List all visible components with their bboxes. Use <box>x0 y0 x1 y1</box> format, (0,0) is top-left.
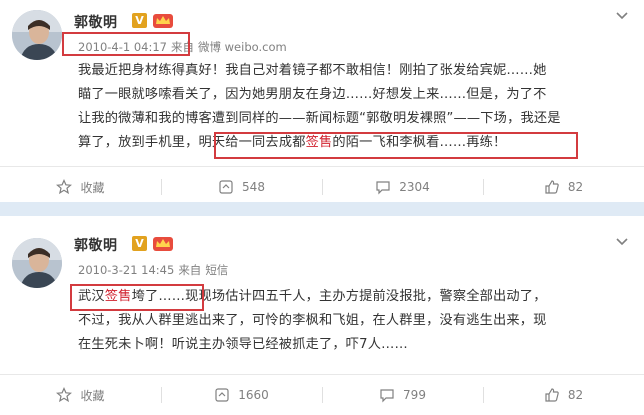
chevron-down-icon[interactable] <box>614 8 630 24</box>
body-line: 让我的微薄和我的博客遭到同样的——新闻标题“郭敬明发裸照”——下场，我还是 <box>78 111 561 126</box>
crown-badge-icon <box>152 235 174 252</box>
star-icon <box>56 387 73 403</box>
annotation-box-sentence <box>214 132 578 159</box>
comment-icon <box>376 181 390 195</box>
repost-icon <box>215 388 229 402</box>
like-icon <box>545 388 559 402</box>
action-bar: 收藏 1660 799 82 <box>0 374 644 415</box>
repost-button[interactable]: 548 <box>161 167 322 207</box>
post-meta: 2010-3-21 14:45 来自 短信 <box>78 262 232 278</box>
avatar[interactable] <box>12 238 62 288</box>
favorite-button[interactable]: 收藏 <box>0 167 161 207</box>
repost-icon <box>219 180 233 194</box>
like-count: 82 <box>567 180 584 194</box>
comment-button[interactable]: 2304 <box>322 167 483 207</box>
crown-badge-icon <box>152 12 174 29</box>
vip-badge: V <box>132 13 147 28</box>
favorite-button[interactable]: 收藏 <box>0 375 161 415</box>
body-line: 我最近把身材练得真好！我自己对着镜子都不敢相信！刚拍了张发给宾妮……她 <box>78 63 547 78</box>
like-icon <box>545 180 559 194</box>
like-button[interactable]: 82 <box>483 375 644 415</box>
username[interactable]: 郭敬明 <box>74 235 118 255</box>
comment-count: 2304 <box>399 180 430 194</box>
body-line: 瞄了一眼就哆嗦看关了，因为她男朋友在身边……好想发上来……但是，为了不 <box>78 87 547 102</box>
username[interactable]: 郭敬明 <box>74 12 118 32</box>
favorite-label: 收藏 <box>80 388 105 403</box>
favorite-label: 收藏 <box>80 180 105 195</box>
body-line: 不过，我从人群里逃出来了，可怜的李枫和飞姐，在人群里，没有逃生出来，现 <box>78 313 547 328</box>
action-bar: 收藏 548 2304 82 <box>0 166 644 207</box>
repost-count: 548 <box>242 180 265 194</box>
source-prefix: 来自 <box>178 263 202 277</box>
chevron-down-icon[interactable] <box>614 234 630 250</box>
like-count: 82 <box>567 388 584 402</box>
repost-count: 1660 <box>238 388 269 402</box>
annotation-box-timestamp <box>62 32 190 56</box>
comment-icon <box>380 389 394 403</box>
weibo-post-1: 郭敬明 V 2010-4-1 04:17 来自 微博 weibo.com 我最近把身… <box>0 0 644 207</box>
repost-button[interactable]: 1660 <box>161 375 322 415</box>
star-icon <box>56 179 73 195</box>
post-separator <box>0 202 644 216</box>
like-button[interactable]: 82 <box>483 167 644 207</box>
weibo-post-2: 郭敬明 V 2010-3-21 14:45 来自 短信 武汉签售垮了……现现场估计四… <box>0 216 644 415</box>
comment-button[interactable]: 799 <box>322 375 483 415</box>
post-timestamp[interactable]: 2010-3-21 14:45 <box>78 263 174 277</box>
annotation-box-headline <box>70 284 204 311</box>
comment-count: 799 <box>403 388 426 402</box>
post-source[interactable]: 短信 <box>205 263 228 277</box>
avatar[interactable] <box>12 10 62 60</box>
post-source[interactable]: 微博 weibo.com <box>198 40 287 54</box>
vip-badge: V <box>132 236 147 251</box>
body-line: 在生死未卜啊！听说主办领导已经被抓走了，吓7人…… <box>78 337 408 352</box>
